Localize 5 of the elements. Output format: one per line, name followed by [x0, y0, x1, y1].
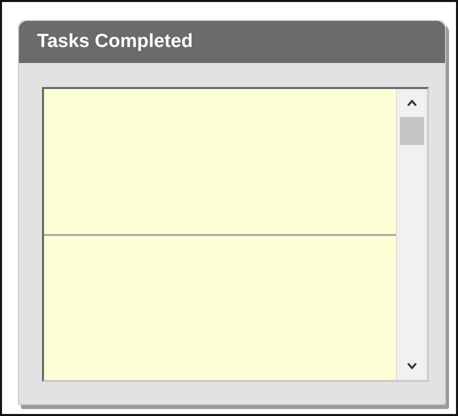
scroll-up-icon[interactable]	[406, 99, 418, 107]
scroll-thumb[interactable]	[400, 117, 424, 145]
panel-title: Tasks Completed	[37, 31, 193, 53]
scrollbar[interactable]	[396, 89, 427, 380]
scroll-down-icon[interactable]	[406, 362, 418, 370]
